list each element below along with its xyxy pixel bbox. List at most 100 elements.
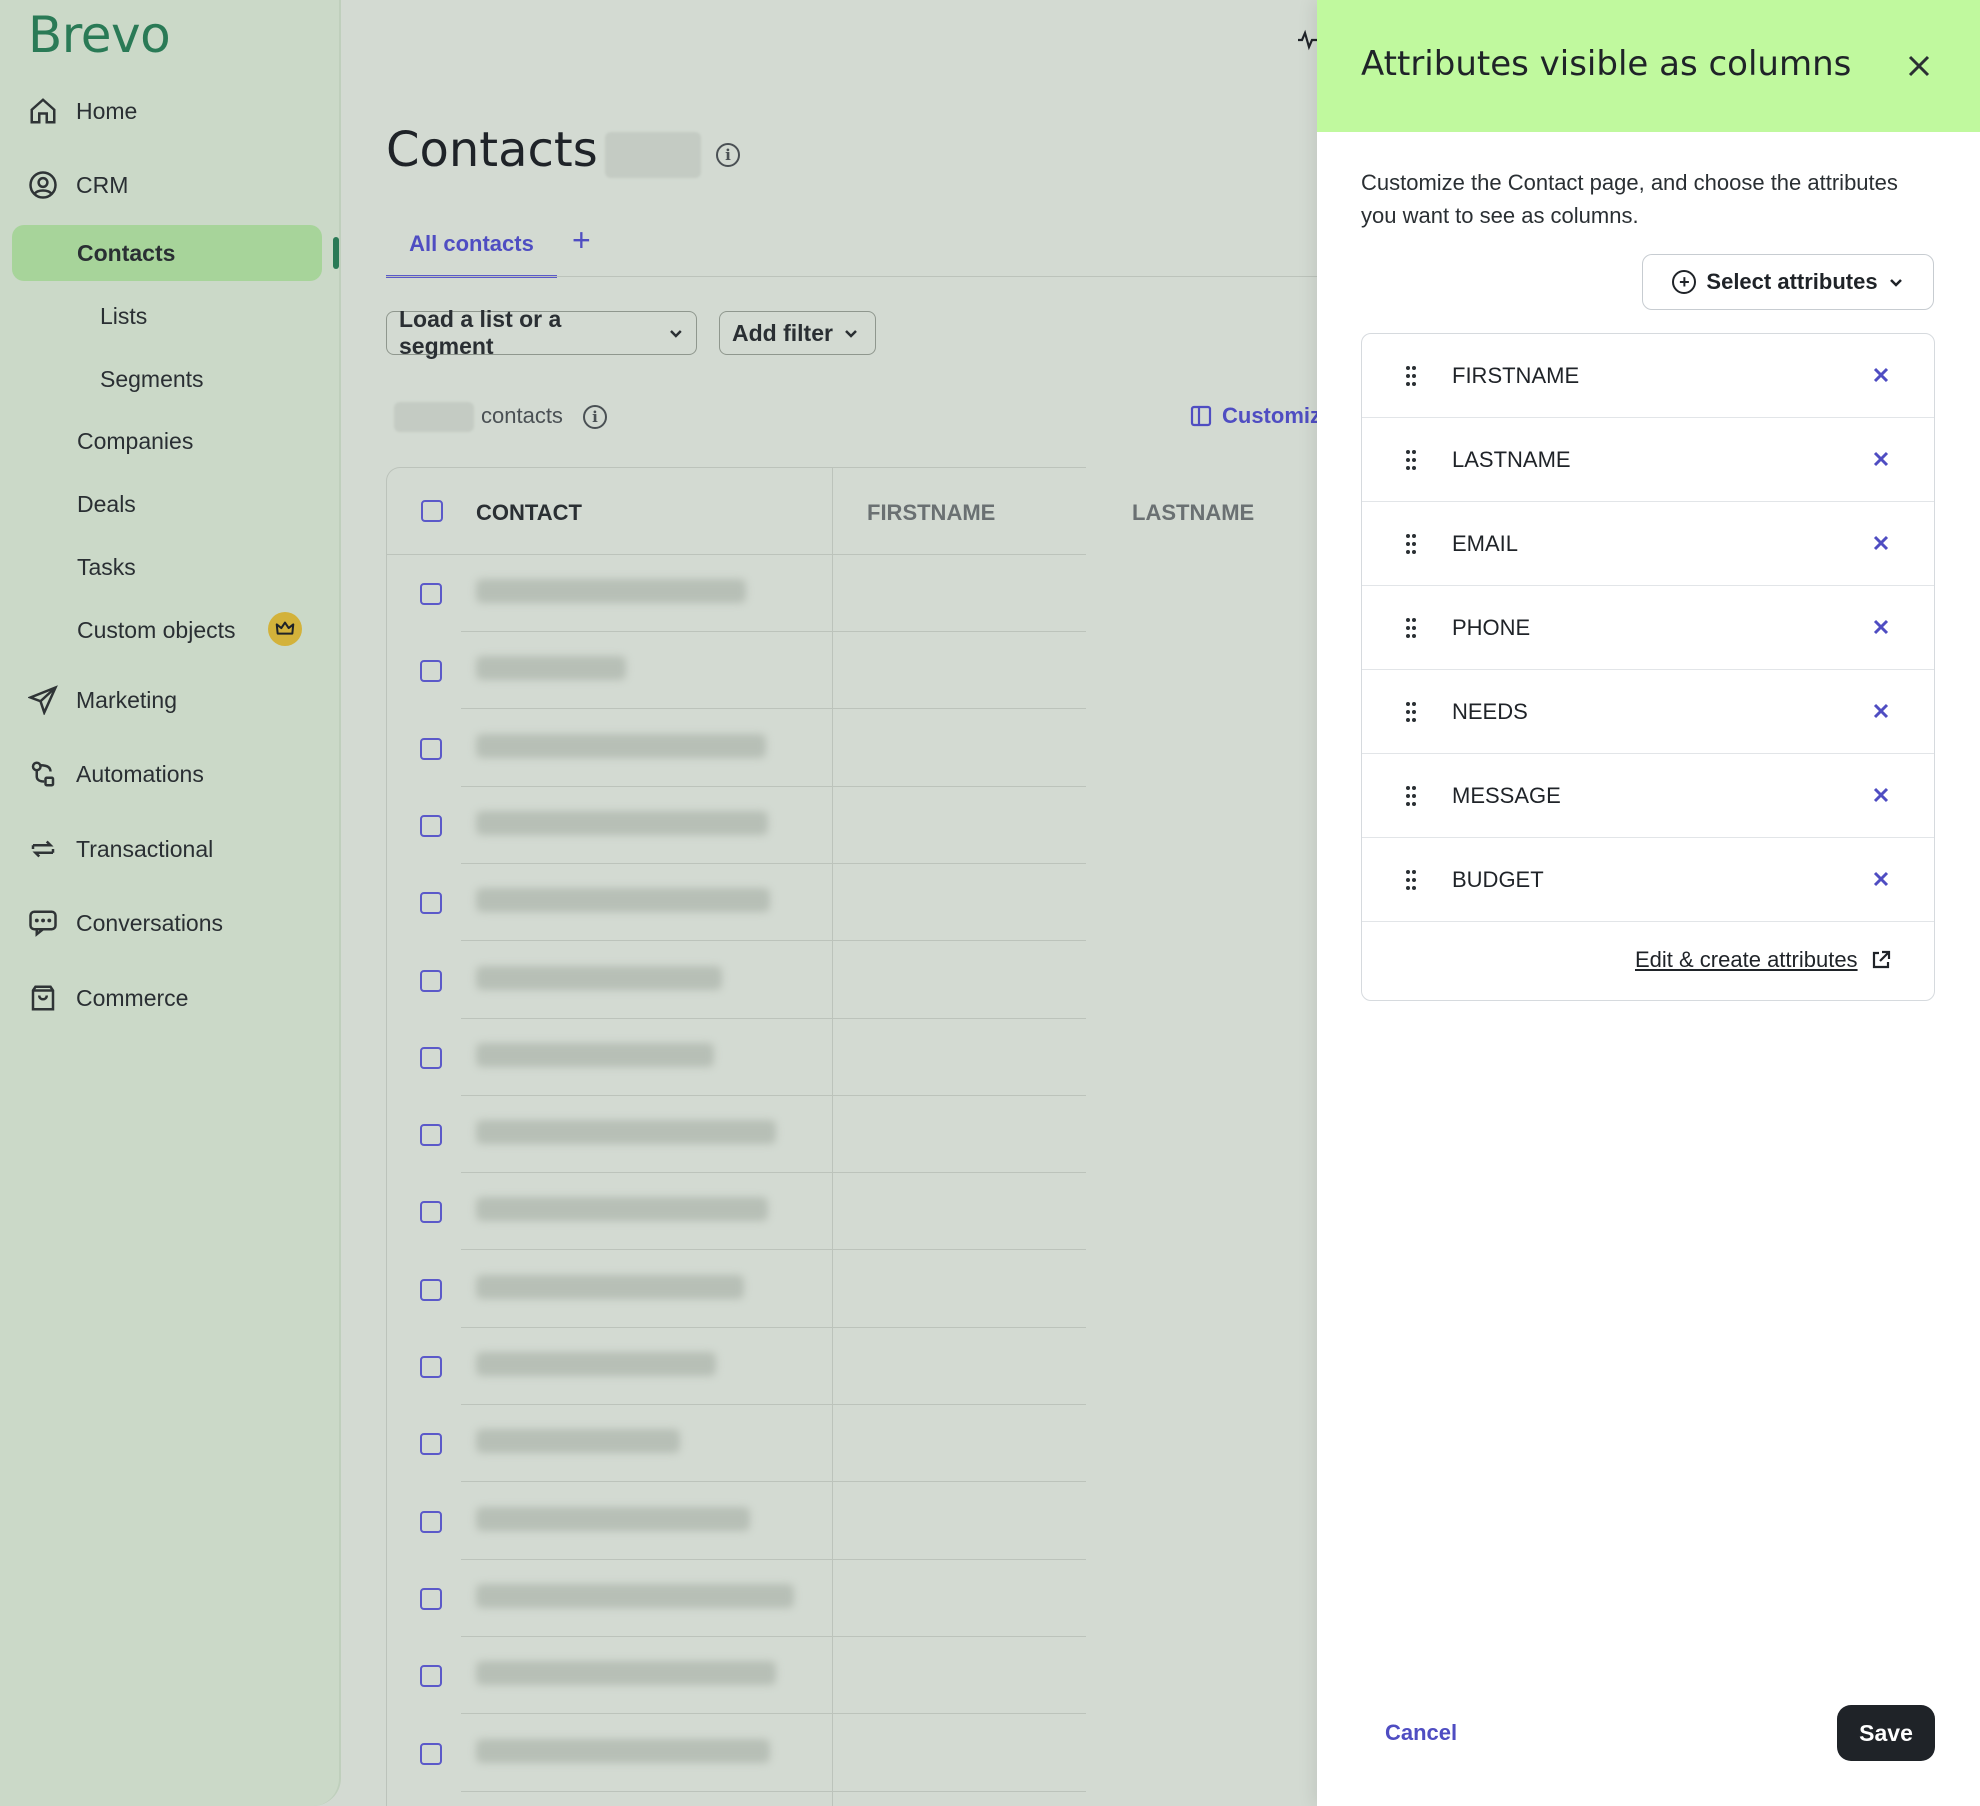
contact-email-redacted[interactable] (476, 1583, 794, 1608)
table-row[interactable] (386, 1096, 1086, 1174)
tab-all-contacts[interactable]: All contacts (386, 218, 557, 278)
drag-handle-icon[interactable] (1404, 784, 1418, 808)
sidebar-item-contacts[interactable]: Contacts (77, 233, 175, 273)
save-button[interactable]: Save (1837, 1705, 1935, 1761)
row-checkbox[interactable] (420, 1587, 442, 1610)
row-checkbox[interactable] (420, 969, 442, 992)
row-checkbox[interactable] (420, 1278, 442, 1301)
cancel-button[interactable]: Cancel (1385, 1720, 1457, 1746)
row-checkbox[interactable] (420, 892, 442, 915)
row-checkbox[interactable] (420, 1510, 442, 1533)
contact-email-redacted[interactable] (476, 1352, 716, 1376)
table-row[interactable] (386, 1173, 1086, 1251)
table-row[interactable] (386, 1715, 1086, 1792)
table-row[interactable] (386, 1560, 1086, 1637)
attribute-row[interactable]: EMAIL (1362, 502, 1934, 586)
row-checkbox[interactable] (420, 814, 442, 837)
column-header-contact[interactable]: CONTACT (476, 500, 582, 526)
contact-email-redacted[interactable] (476, 1429, 680, 1454)
row-checkbox[interactable] (420, 1124, 442, 1147)
sidebar-item-automations[interactable]: Automations (0, 750, 204, 798)
attribute-row[interactable]: FIRSTNAME (1362, 334, 1934, 418)
remove-attribute-icon[interactable] (1872, 534, 1890, 552)
column-header-firstname[interactable]: FIRSTNAME (867, 500, 995, 526)
contact-email-redacted[interactable] (476, 1042, 714, 1067)
table-row[interactable] (386, 1019, 1086, 1096)
edit-create-attributes-link[interactable]: Edit & create attributes (1635, 947, 1892, 973)
contact-email-redacted[interactable] (476, 733, 766, 758)
attribute-row[interactable]: LASTNAME (1362, 418, 1934, 502)
sidebar-item-deals[interactable]: Deals (77, 484, 136, 524)
sidebar-item-home[interactable]: Home (0, 87, 137, 135)
add-filter-dropdown[interactable]: Add filter (719, 311, 876, 355)
drag-handle-icon[interactable] (1404, 448, 1418, 472)
contact-email-redacted[interactable] (476, 1274, 744, 1299)
sidebar-item-transactional[interactable]: Transactional (0, 825, 213, 873)
load-list-dropdown[interactable]: Load a list or a segment (386, 306, 697, 359)
drag-handle-icon[interactable] (1404, 532, 1418, 556)
select-attributes-button[interactable]: + Select attributes (1642, 254, 1934, 310)
row-checkbox[interactable] (420, 1433, 442, 1456)
row-checkbox[interactable] (420, 1665, 442, 1688)
close-icon[interactable] (1901, 48, 1937, 84)
row-checkbox[interactable] (420, 583, 442, 605)
drag-handle-icon[interactable] (1404, 364, 1418, 388)
attribute-row[interactable]: NEEDS (1362, 670, 1934, 754)
info-icon[interactable]: i (583, 405, 607, 429)
table-row[interactable] (386, 1483, 1086, 1560)
table-row[interactable] (386, 632, 1086, 710)
contact-email-redacted[interactable] (476, 1738, 770, 1763)
drag-handle-icon[interactable] (1404, 700, 1418, 724)
sidebar-item-lists[interactable]: Lists (100, 296, 147, 336)
remove-attribute-icon[interactable] (1872, 702, 1890, 720)
contact-email-redacted[interactable] (476, 1661, 776, 1686)
row-checkbox[interactable] (420, 1356, 442, 1378)
brevo-logo[interactable]: Brevo (28, 6, 171, 64)
sidebar-item-conversations[interactable]: Conversations (0, 899, 223, 947)
remove-attribute-icon[interactable] (1872, 366, 1890, 384)
row-checkbox[interactable] (420, 1201, 442, 1224)
sidebar-item-commerce[interactable]: Commerce (0, 974, 188, 1022)
contact-email-redacted[interactable] (476, 1197, 768, 1222)
table-row[interactable] (386, 1637, 1086, 1715)
row-checkbox[interactable] (420, 1742, 442, 1765)
contact-email-redacted[interactable] (476, 810, 768, 835)
sidebar-item-custom-objects[interactable]: Custom objects (77, 610, 236, 650)
remove-attribute-icon[interactable] (1872, 618, 1890, 636)
drag-handle-icon[interactable] (1404, 616, 1418, 640)
contact-email-redacted[interactable] (476, 888, 770, 913)
select-all-checkbox[interactable] (421, 500, 443, 522)
row-checkbox[interactable] (420, 660, 442, 683)
column-header-lastname[interactable]: LASTNAME (1132, 500, 1254, 526)
table-row[interactable] (386, 1251, 1086, 1328)
remove-attribute-icon[interactable] (1872, 786, 1890, 804)
remove-attribute-icon[interactable] (1872, 870, 1890, 888)
attribute-row[interactable]: PHONE (1362, 586, 1934, 670)
row-checkbox[interactable] (420, 1046, 442, 1069)
contact-email-redacted[interactable] (476, 965, 722, 990)
attribute-row[interactable]: BUDGET (1362, 838, 1934, 922)
contact-email-redacted[interactable] (476, 579, 746, 603)
sidebar-item-tasks[interactable]: Tasks (77, 547, 136, 587)
info-icon[interactable]: i (716, 143, 740, 167)
attribute-row[interactable]: MESSAGE (1362, 754, 1934, 838)
add-tab-button[interactable]: + (572, 222, 591, 259)
sidebar-item-companies[interactable]: Companies (77, 421, 193, 461)
customize-columns-link[interactable]: Customiz (1190, 403, 1321, 429)
table-row[interactable] (386, 787, 1086, 864)
row-checkbox[interactable] (420, 737, 442, 760)
contact-email-redacted[interactable] (476, 1506, 750, 1531)
contact-email-redacted[interactable] (476, 656, 626, 681)
sidebar-item-marketing[interactable]: Marketing (0, 676, 177, 724)
table-row[interactable] (386, 942, 1086, 1019)
sidebar-item-segments[interactable]: Segments (100, 359, 204, 399)
table-row[interactable] (386, 1328, 1086, 1405)
table-row[interactable] (386, 864, 1086, 942)
drag-handle-icon[interactable] (1404, 868, 1418, 892)
remove-attribute-icon[interactable] (1872, 450, 1890, 468)
table-row[interactable] (386, 1405, 1086, 1483)
contact-email-redacted[interactable] (476, 1120, 776, 1145)
table-row[interactable] (386, 555, 1086, 632)
sidebar-item-crm[interactable]: CRM (0, 161, 128, 209)
table-row[interactable] (386, 710, 1086, 787)
